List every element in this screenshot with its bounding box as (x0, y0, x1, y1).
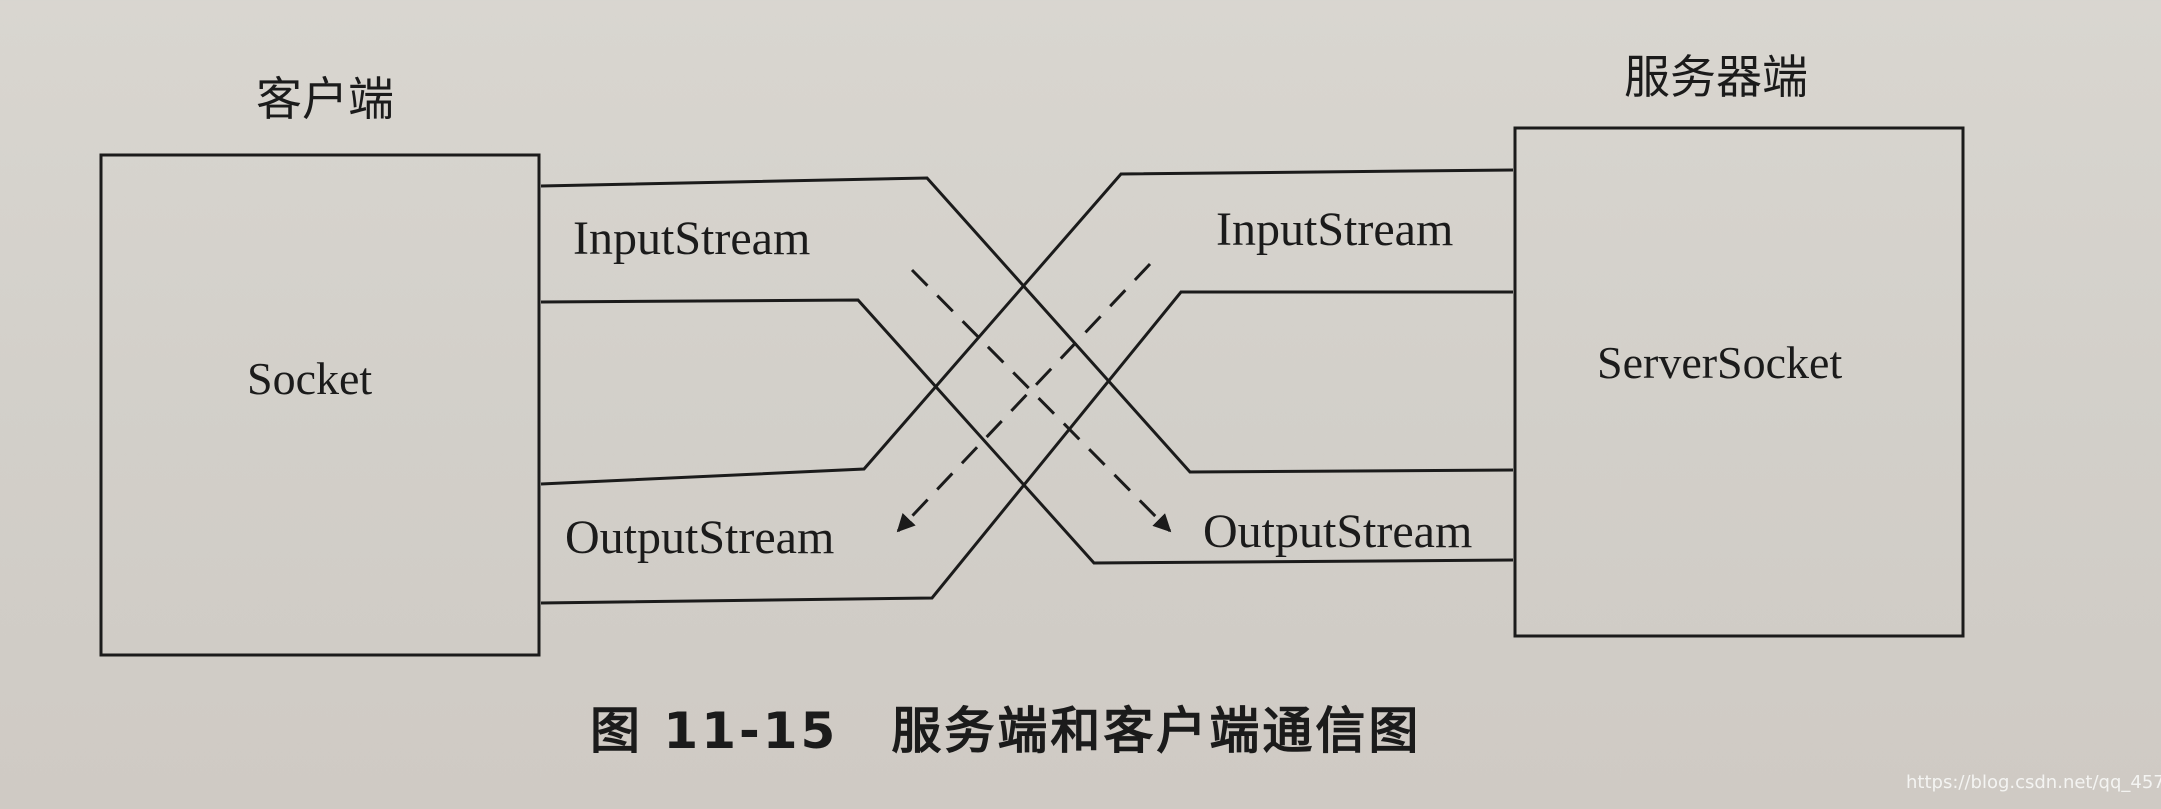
flow-arrow-to-server (910, 268, 1172, 533)
watermark: https://blog.csdn.net/qq_45797116 (1906, 772, 2161, 793)
figure-caption: 图 11-15 服务端和客户端通信图 (590, 702, 1422, 760)
client-socket-box (99, 153, 541, 657)
server-input-stream-label: InputStream (1216, 203, 1454, 256)
client-socket-label: Socket (247, 353, 373, 404)
client-output-stream-label: OutputStream (565, 511, 835, 564)
server-socket-label: ServerSocket (1597, 337, 1843, 388)
client-input-stream-label: InputStream (573, 212, 811, 265)
server-output-stream-label: OutputStream (1203, 505, 1473, 558)
client-title: 客户端 (256, 72, 394, 126)
flow-arrow-to-client (896, 262, 1152, 533)
server-title: 服务器端 (1624, 50, 1808, 104)
